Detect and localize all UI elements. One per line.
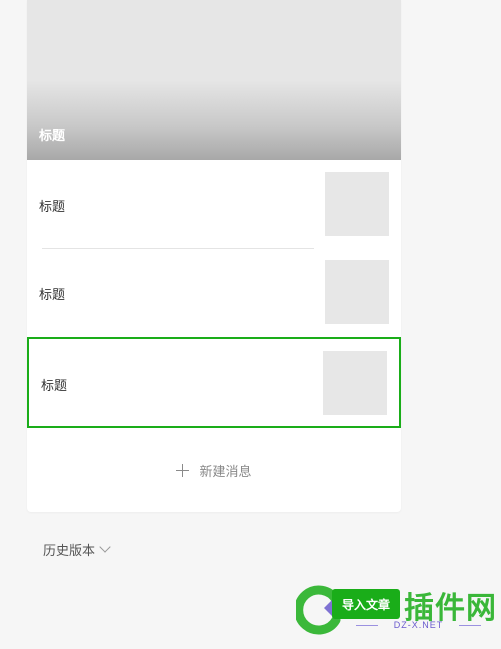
- import-article-button[interactable]: 导入文章: [332, 589, 400, 619]
- item-thumbnail: [323, 351, 387, 415]
- item-thumbnail: [325, 260, 389, 324]
- cover-title: 标题: [39, 128, 66, 143]
- chevron-down-icon: [99, 540, 111, 553]
- list-item-selected[interactable]: 标题: [27, 337, 401, 428]
- cover-article[interactable]: 标题: [27, 0, 401, 160]
- item-thumbnail: [325, 172, 389, 236]
- plus-icon: [176, 463, 190, 477]
- item-title: 标题: [41, 378, 68, 393]
- article-list-card: 标题 标题 标题 标题 新建消息: [27, 0, 401, 512]
- watermark-domain: DZ-X.NET: [356, 620, 481, 630]
- list-item[interactable]: 标题: [27, 248, 401, 336]
- history-label: 历史版本: [43, 543, 96, 558]
- item-title: 标题: [39, 199, 66, 214]
- import-label: 导入文章: [341, 597, 390, 612]
- list-item[interactable]: 标题: [27, 160, 401, 248]
- new-message-button[interactable]: 新建消息: [27, 452, 401, 488]
- new-message-label: 新建消息: [199, 463, 252, 479]
- item-title: 标题: [39, 287, 66, 302]
- history-version-dropdown[interactable]: 历史版本: [43, 540, 111, 559]
